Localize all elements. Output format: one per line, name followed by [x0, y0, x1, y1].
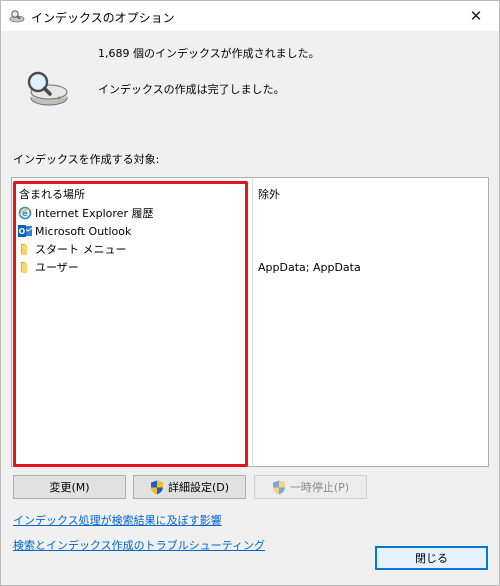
indexing-app-icon [9, 10, 25, 23]
indexing-status-icon [27, 71, 68, 106]
indexed-count-text: 1,689 個のインデックスが作成されました。 [98, 47, 320, 60]
included-locations-header[interactable]: 含まれる場所 [19, 186, 85, 202]
indexing-effect-link[interactable]: インデックス処理が検索結果に及ぼす影響 [13, 512, 222, 528]
list-item-users[interactable]: ユーザー [18, 258, 79, 276]
svg-text:O: O [19, 227, 25, 236]
close-window-button[interactable]: ✕ [453, 1, 499, 31]
advanced-button-label: 詳細設定(D) [167, 481, 230, 494]
close-button-label: 閉じる [415, 552, 448, 565]
window-title: インデックスのオプション [31, 11, 175, 25]
list-item-label: ユーザー [35, 261, 79, 274]
troubleshoot-link[interactable]: 検索とインデックス作成のトラブルシューティング [13, 537, 265, 553]
index-locations-list[interactable]: 含まれる場所 除外 e Internet Explorer 履歴 O Micro… [11, 177, 489, 467]
indexing-state-text: インデックスの作成は完了しました。 [98, 83, 285, 96]
uac-shield-icon [150, 480, 163, 494]
column-divider [252, 178, 253, 466]
title-bar: インデックスのオプション ✕ [1, 1, 499, 31]
folder-icon [21, 244, 27, 255]
exclusions-header[interactable]: 除外 [258, 186, 280, 202]
list-item-label: Internet Explorer 履歴 [35, 207, 154, 220]
users-exclusions-value: AppData; AppData [258, 261, 361, 274]
modify-button[interactable]: 変更(M) [13, 475, 126, 499]
close-button[interactable]: 閉じる [375, 546, 488, 570]
list-item-internet-explorer[interactable]: e Internet Explorer 履歴 [18, 204, 153, 222]
list-item-start-menu[interactable]: スタート メニュー [18, 240, 127, 258]
internet-explorer-icon: e [18, 206, 32, 220]
advanced-button[interactable]: 詳細設定(D) [133, 475, 246, 499]
folder-icon [21, 262, 27, 273]
list-item-microsoft-outlook[interactable]: O Microsoft Outlook [18, 222, 131, 240]
list-item-label: Microsoft Outlook [35, 224, 132, 238]
index-locations-label: インデックスを作成する対象: [13, 153, 160, 166]
close-icon: ✕ [469, 7, 483, 25]
uac-shield-icon [272, 480, 285, 494]
pause-button-label: 一時停止(P) [289, 481, 350, 494]
pause-button[interactable]: 一時停止(P) [254, 475, 367, 499]
modify-button-label: 変更(M) [49, 481, 90, 494]
indexing-options-window: インデックスのオプション ✕ 1,689 個のインデックスが作成されました。 イ… [0, 0, 500, 586]
outlook-icon: O [18, 225, 32, 237]
list-item-label: スタート メニュー [35, 243, 127, 256]
